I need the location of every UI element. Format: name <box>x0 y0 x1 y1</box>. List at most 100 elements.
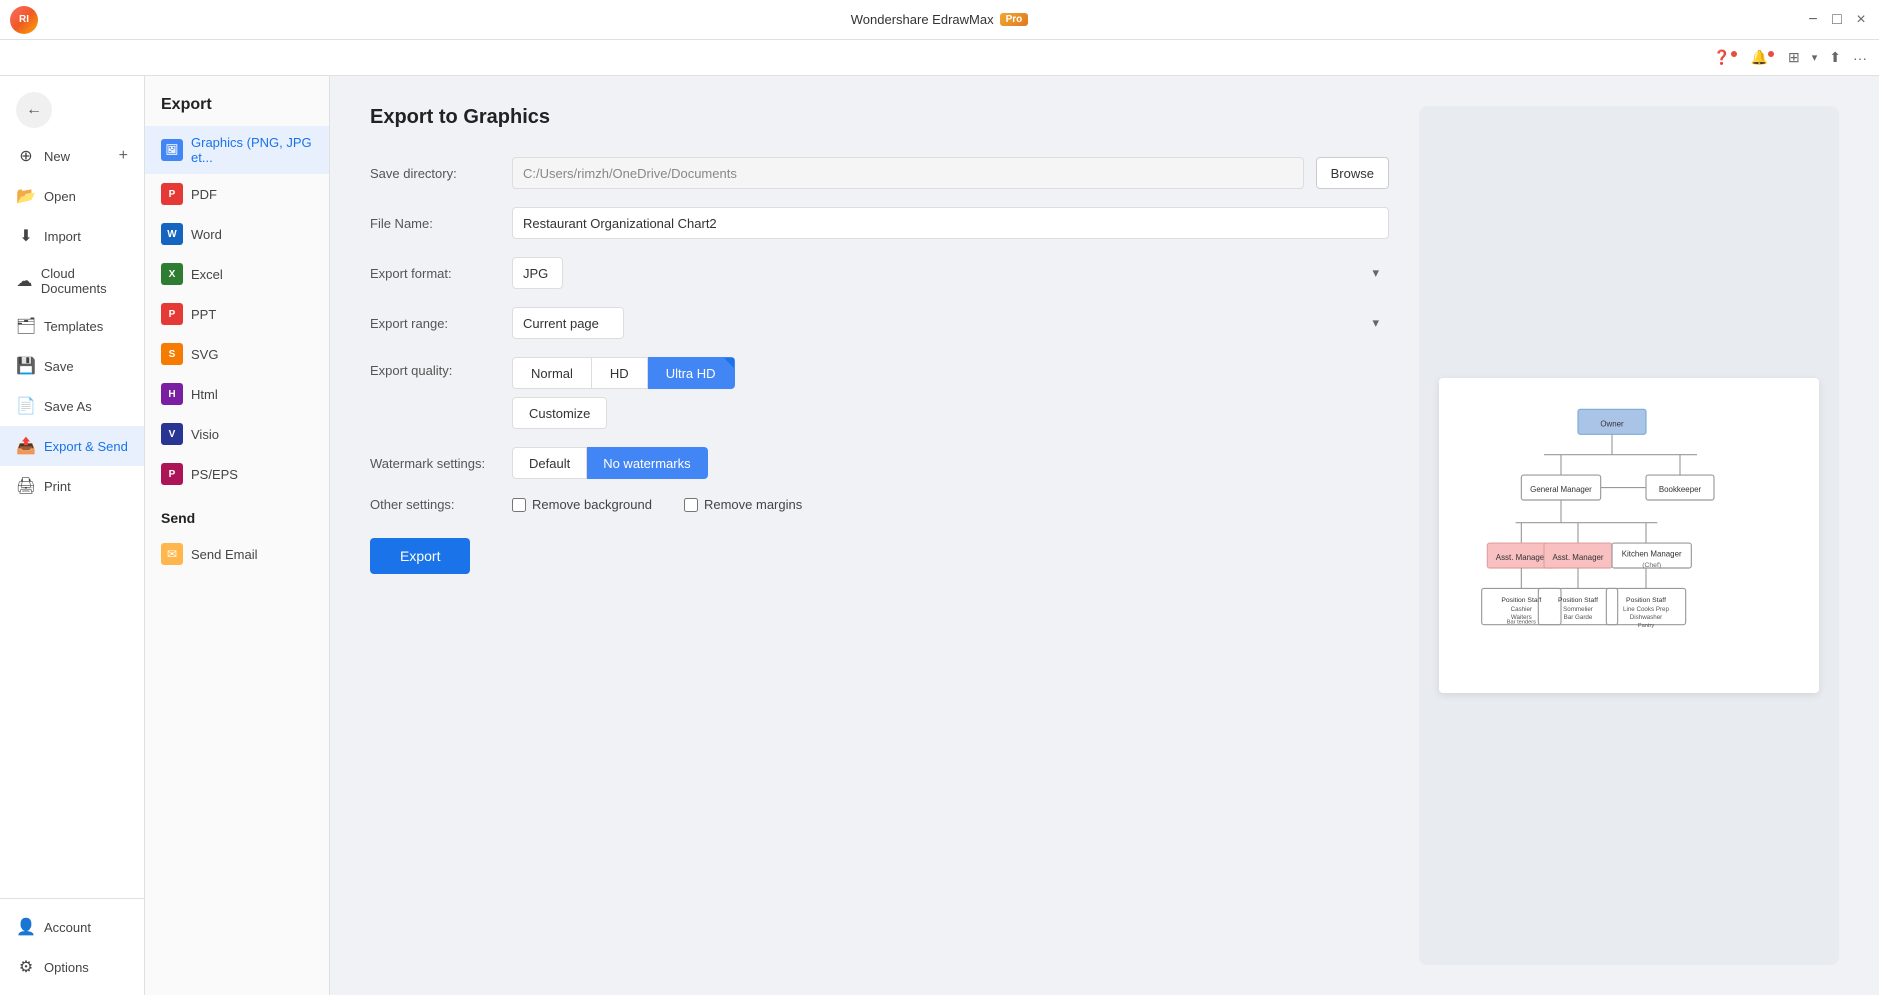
customize-button[interactable]: Customize <box>512 397 607 429</box>
format-item-svg[interactable]: S SVG <box>145 334 329 374</box>
sidebar-item-save[interactable]: 💾 Save <box>0 346 144 386</box>
html-icon: H <box>161 383 183 405</box>
export-sidebar: Export 🖼 Graphics (PNG, JPG et... P PDF … <box>145 76 330 995</box>
quality-normal-button[interactable]: Normal <box>512 357 592 389</box>
sidebar-item-new[interactable]: ⊕ New + <box>0 136 144 176</box>
main-content: Export to Graphics Save directory: Brows… <box>330 76 1879 995</box>
app-title: Wondershare EdrawMax <box>851 12 994 27</box>
svg-text:Kitchen Manager: Kitchen Manager <box>1622 550 1682 559</box>
sidebar-item-export[interactable]: 📤 Export & Send <box>0 426 144 466</box>
sidebar-item-account-label: Account <box>44 920 91 935</box>
format-item-excel[interactable]: X Excel <box>145 254 329 294</box>
email-icon: ✉ <box>161 543 183 565</box>
other-settings-label: Other settings: <box>370 497 500 512</box>
export-range-row: Export range: Current page All pages Sel… <box>370 307 1389 339</box>
sidebar-item-templates[interactable]: 🗂 Templates <box>0 306 144 346</box>
sidebar-item-import-label: Import <box>44 229 81 244</box>
format-label-word: Word <box>191 227 222 242</box>
share-icon[interactable]: ⬆ <box>1829 49 1841 66</box>
plus-icon: + <box>119 147 128 165</box>
watermark-label: Watermark settings: <box>370 456 500 471</box>
cloud-icon: ☁ <box>16 271 33 291</box>
format-item-word[interactable]: W Word <box>145 214 329 254</box>
sidebar-item-cloud-label: Cloud Documents <box>41 266 128 296</box>
templates-icon: 🗂 <box>16 316 36 336</box>
format-item-ppt[interactable]: P PPT <box>145 294 329 334</box>
export-range-select[interactable]: Current page All pages Selected pages <box>512 307 624 339</box>
sidebar-item-options-label: Options <box>44 960 89 975</box>
sidebar-item-saveas[interactable]: 📄 Save As <box>0 386 144 426</box>
org-chart-preview: Owner General Manager Bookkeeper <box>1459 398 1799 670</box>
export-range-label: Export range: <box>370 316 500 331</box>
svg-text:Position Staff: Position Staff <box>1558 597 1598 604</box>
notification-icon[interactable]: 🔔 <box>1751 49 1776 66</box>
visio-icon: V <box>161 423 183 445</box>
watermark-none-button[interactable]: No watermarks <box>587 447 707 479</box>
browse-button[interactable]: Browse <box>1316 157 1389 189</box>
toolbar: ❓ 🔔 ⊞ ▾ ⬆ ··· <box>0 40 1879 76</box>
export-quality-label: Export quality: <box>370 363 500 378</box>
sidebar-item-account[interactable]: 👤 Account <box>0 907 144 947</box>
send-section-title: Send <box>145 494 329 534</box>
account-icon: 👤 <box>16 917 36 937</box>
format-item-pdf[interactable]: P PDF <box>145 174 329 214</box>
format-label-svg: SVG <box>191 347 218 362</box>
sidebar-item-open[interactable]: 📂 Open <box>0 176 144 216</box>
svg-text:Line Cooks Prep: Line Cooks Prep <box>1623 606 1670 613</box>
restore-button[interactable]: □ <box>1829 12 1845 28</box>
remove-background-checkbox[interactable] <box>512 498 526 512</box>
minimize-button[interactable]: − <box>1805 12 1821 28</box>
watermark-buttons: Default No watermarks <box>512 447 708 479</box>
sidebar-item-open-label: Open <box>44 189 76 204</box>
file-name-row: File Name: <box>370 207 1389 239</box>
watermark-default-button[interactable]: Default <box>512 447 587 479</box>
sidebar-item-import[interactable]: ⬇ Import <box>0 216 144 256</box>
grid-icon[interactable]: ⊞ <box>1788 49 1800 66</box>
svg-text:Bar Garde: Bar Garde <box>1564 614 1593 621</box>
remove-background-checkbox-label[interactable]: Remove background <box>512 497 652 512</box>
ppt-icon: P <box>161 303 183 325</box>
close-button[interactable]: × <box>1853 12 1869 28</box>
svg-text:Dishwasher: Dishwasher <box>1630 614 1663 621</box>
sidebar-item-export-label: Export & Send <box>44 439 128 454</box>
quality-hd-button[interactable]: HD <box>592 357 648 389</box>
back-button[interactable]: ← <box>16 92 52 128</box>
format-label-ps: PS/EPS <box>191 467 238 482</box>
sidebar-item-print-label: Print <box>44 479 71 494</box>
format-label-html: Html <box>191 387 218 402</box>
remove-margins-checkbox[interactable] <box>684 498 698 512</box>
file-name-input[interactable] <box>512 207 1389 239</box>
export-button[interactable]: Export <box>370 538 470 574</box>
sidebar-item-cloud[interactable]: ☁ Cloud Documents <box>0 256 144 306</box>
nav-bottom: 👤 Account ⚙ Options <box>0 898 144 987</box>
svg-text:Cashier: Cashier <box>1511 606 1532 613</box>
export-form: Export to Graphics Save directory: Brows… <box>370 106 1389 965</box>
export-quality-row: Export quality: Normal HD Ultra HD Custo… <box>370 357 1389 429</box>
more-icon[interactable]: ··· <box>1853 50 1867 66</box>
export-format-select[interactable]: JPG PNG GIF BMP SVG <box>512 257 563 289</box>
format-label-ppt: PPT <box>191 307 216 322</box>
format-item-html[interactable]: H Html <box>145 374 329 414</box>
sidebar-item-print[interactable]: 🖨 Print <box>0 466 144 506</box>
word-icon: W <box>161 223 183 245</box>
help-icon[interactable]: ❓ <box>1713 49 1738 66</box>
format-label-visio: Visio <box>191 427 219 442</box>
svg-text:Position Staff: Position Staff <box>1501 597 1541 604</box>
sidebar-item-options[interactable]: ⚙ Options <box>0 947 144 987</box>
saveas-icon: 📄 <box>16 396 36 416</box>
new-icon: ⊕ <box>16 146 36 166</box>
save-directory-input[interactable] <box>512 157 1304 189</box>
send-email-item[interactable]: ✉ Send Email <box>145 534 329 574</box>
export-format-row: Export format: JPG PNG GIF BMP SVG <box>370 257 1389 289</box>
import-icon: ⬇ <box>16 226 36 246</box>
format-item-visio[interactable]: V Visio <box>145 414 329 454</box>
format-item-ps[interactable]: P PS/EPS <box>145 454 329 494</box>
quality-ultrahd-button[interactable]: Ultra HD <box>648 357 735 389</box>
format-item-graphics[interactable]: 🖼 Graphics (PNG, JPG et... <box>145 126 329 174</box>
pro-badge: Pro <box>1000 13 1029 26</box>
send-email-label: Send Email <box>191 547 257 562</box>
format-label-graphics: Graphics (PNG, JPG et... <box>191 135 313 165</box>
remove-margins-checkbox-label[interactable]: Remove margins <box>684 497 802 512</box>
pdf-icon: P <box>161 183 183 205</box>
svg-icon: S <box>161 343 183 365</box>
